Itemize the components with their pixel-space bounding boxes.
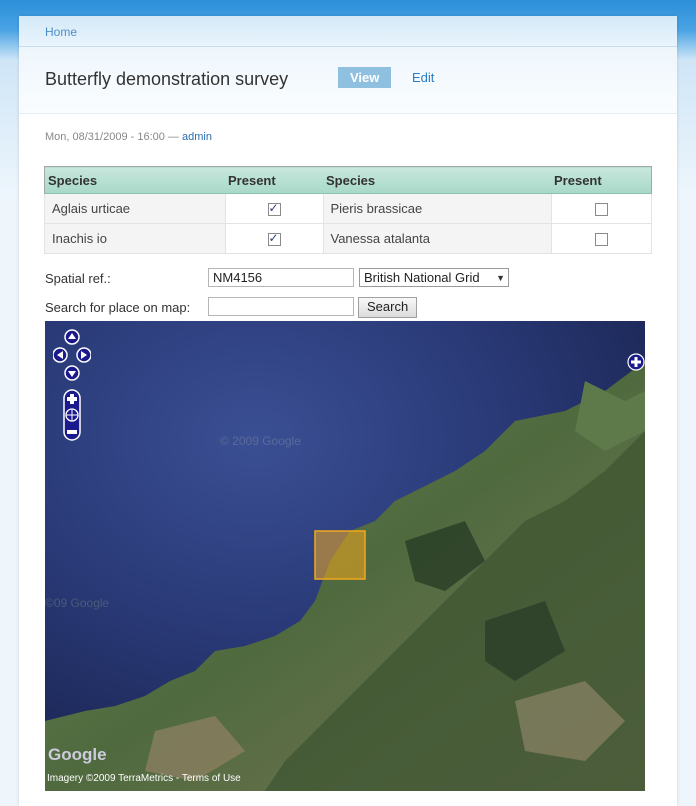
zoom-in-button[interactable] [53,383,75,405]
search-button[interactable]: Search [358,297,418,318]
species-name: Pieris brassicae [322,193,552,224]
map-view[interactable]: © 2009 Google ©09 Google Google Imagery … [45,321,645,791]
present-cell [550,223,652,254]
map-attribution[interactable]: Imagery ©2009 TerraMetrics - Terms of Us… [47,773,241,784]
column-header-present: Present [551,166,652,194]
species-name: Aglais urticae [44,193,226,224]
chevron-down-icon: ▼ [496,273,505,283]
present-cell [550,193,652,224]
species-name: Vanessa atalanta [322,223,552,254]
grid-system-value: British National Grid [364,270,480,285]
satellite-imagery: © 2009 Google ©09 Google [45,321,645,791]
page-container: Home Butterfly demonstration survey View… [19,16,677,806]
table-row: Inachis io Vanessa atalanta [44,223,652,254]
submitted-date: Mon, 08/31/2009 - 16:00 — [45,131,182,143]
submitted-info: Mon, 08/31/2009 - 16:00 — admin [45,131,212,143]
search-place-label: Search for place on map: [45,300,191,315]
spatial-ref-input[interactable]: NM4156 [208,268,354,287]
google-logo: Google [48,745,107,764]
table-header-row: Species Present Species Present [44,166,652,194]
breadcrumb-home-link[interactable]: Home [45,25,77,39]
layer-switcher-toggle[interactable] [627,353,645,371]
spatial-ref-label: Spatial ref.: [45,271,111,286]
species-table: Species Present Species Present Aglais u… [44,166,652,254]
present-checkbox[interactable] [594,233,608,247]
column-header-species: Species [323,166,551,194]
grid-square-highlight [314,530,366,580]
present-cell [224,223,324,254]
present-cell [224,193,324,224]
species-name: Inachis io [44,223,226,254]
tab-view[interactable]: View [338,67,392,88]
page-header: Butterfly demonstration survey View Edit [19,47,677,114]
present-checkbox[interactable] [594,203,608,217]
author-link[interactable]: admin [182,131,212,143]
search-place-input[interactable] [208,297,354,316]
grid-system-select[interactable]: British National Grid ▼ [359,268,509,287]
zoom-out-button[interactable] [53,426,75,448]
top-bar: Home [19,16,677,47]
present-checkbox[interactable] [267,201,281,217]
column-header-present: Present [225,166,323,194]
map-watermark: ©09 Google [45,596,110,610]
column-header-species: Species [44,166,225,194]
page-title: Butterfly demonstration survey [45,69,289,89]
map-watermark: © 2009 Google [220,434,301,448]
present-checkbox[interactable] [267,231,281,247]
pan-up-button[interactable] [53,331,67,345]
table-row: Aglais urticae Pieris brassicae [44,193,652,224]
tab-edit[interactable]: Edit [400,67,446,88]
